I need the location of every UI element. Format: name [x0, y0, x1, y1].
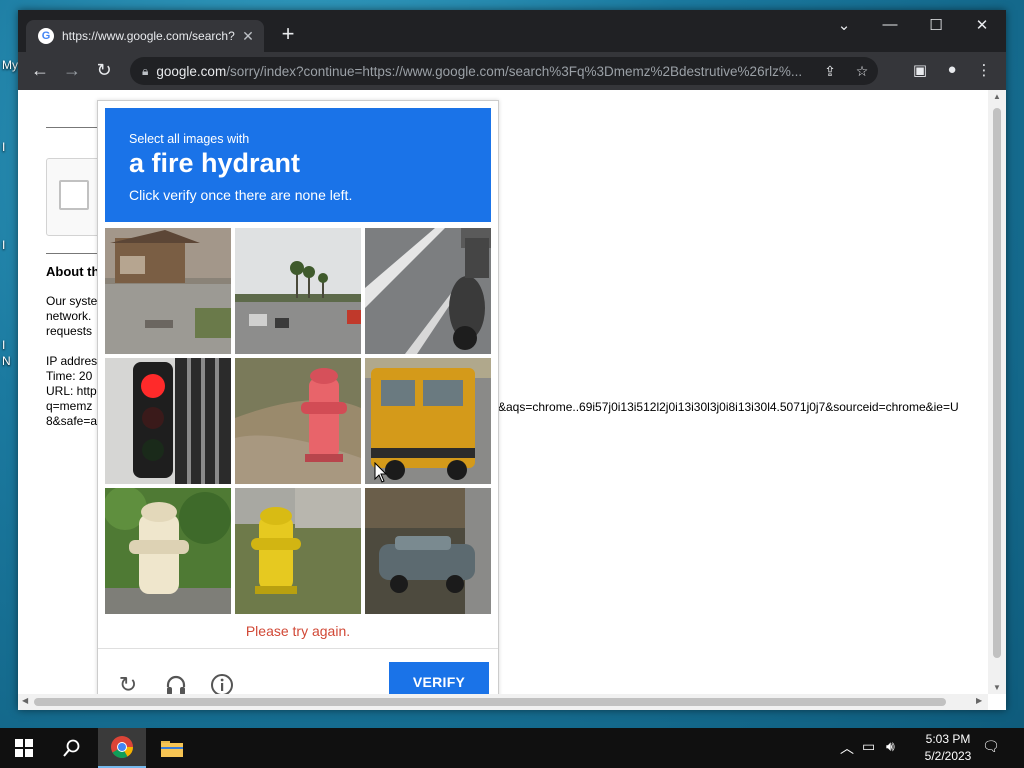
folder-icon: [161, 741, 183, 757]
start-button[interactable]: [0, 728, 48, 768]
clock-time: 5:03 PM: [925, 732, 971, 746]
page-content: About th Our syste network. requests IP ad…: [18, 90, 988, 694]
info-paragraph: Our syste network. requests: [46, 294, 98, 338]
tab-search-icon[interactable]: ⌄: [822, 16, 866, 34]
tile-red-hydrant[interactable]: [235, 358, 361, 484]
close-tab-icon[interactable]: ✕: [238, 28, 258, 45]
url-text-tail: &aqs=chrome..69i57j0i13i512l2j0i13i30l3j…: [498, 400, 959, 414]
details-paragraph: IP addres Time: 20 URL: http q=memz 8&safe=a: [46, 354, 98, 428]
recaptcha-checkbox[interactable]: [59, 180, 89, 210]
notifications-icon[interactable]: 🗨︎: [982, 738, 1000, 755]
about-heading: About th: [46, 264, 100, 279]
horizontal-scrollbar[interactable]: ◀ ▶: [18, 694, 988, 710]
google-favicon-icon: G: [38, 28, 54, 44]
url-path: /sorry/index?continue=https://www.google…: [226, 63, 803, 79]
tile-traffic-light[interactable]: [105, 358, 231, 484]
scroll-thumb[interactable]: [34, 698, 946, 706]
taskbar: ︿ ▭ 🔊︎ 5:03 PM 5/2/2023 🗨︎: [0, 728, 1024, 768]
desktop-icon-label[interactable]: N: [2, 354, 11, 368]
challenge-subtext: Click verify once there are none left.: [129, 187, 353, 203]
browser-toolbar: ← → ↻ 🔒︎ google.com /sorry/index?continu…: [18, 52, 1006, 90]
url-domain: google.com: [156, 63, 227, 79]
system-clock[interactable]: 5:03 PM 5/2/2023: [916, 731, 980, 765]
browser-tab[interactable]: G https://www.google.com/search? ✕: [26, 20, 264, 52]
share-icon[interactable]: ⇪: [814, 63, 846, 80]
search-button[interactable]: [48, 728, 96, 768]
scroll-down-icon[interactable]: ▼: [988, 683, 1006, 692]
scroll-thumb[interactable]: [993, 108, 1001, 658]
scroll-up-icon[interactable]: ▲: [988, 92, 1006, 101]
forward-button[interactable]: →: [60, 60, 84, 81]
desktop-icon-label[interactable]: My: [2, 58, 18, 72]
scroll-right-icon[interactable]: ▶: [976, 696, 982, 705]
tile-white-hydrant[interactable]: [105, 488, 231, 614]
maximize-button[interactable]: ☐: [914, 16, 958, 34]
footer-divider: [98, 648, 498, 649]
volume-icon[interactable]: 🔊︎: [886, 738, 895, 755]
browser-window: G https://www.google.com/search? ✕ + ⌄ —…: [18, 10, 1006, 710]
tile-motorcycle[interactable]: [365, 228, 491, 354]
tile-yellow-hydrant[interactable]: [235, 488, 361, 614]
error-message: Please try again.: [245, 623, 351, 639]
search-icon: [63, 739, 80, 757]
show-hidden-icons-icon[interactable]: ︿: [840, 738, 854, 758]
profile-icon[interactable]: ●: [940, 61, 964, 78]
taskbar-chrome[interactable]: [98, 728, 146, 768]
audio-challenge-icon[interactable]: [164, 673, 188, 694]
clock-date: 5/2/2023: [924, 749, 972, 763]
tile-parked-car[interactable]: [365, 488, 491, 614]
close-window-button[interactable]: ✕: [960, 16, 1004, 34]
menu-kebab-icon[interactable]: ⋮: [972, 61, 996, 79]
side-panel-icon[interactable]: ▣: [908, 61, 932, 79]
divider: [46, 127, 98, 128]
lock-icon[interactable]: 🔒︎: [142, 64, 148, 79]
challenge-header: Select all images with a fire hydrant Cl…: [105, 108, 491, 222]
tile-house-street[interactable]: [105, 228, 231, 354]
challenge-target: a fire hydrant: [129, 148, 301, 178]
address-bar[interactable]: 🔒︎ google.com /sorry/index?continue=http…: [130, 57, 878, 85]
divider: [46, 253, 98, 254]
mouse-cursor-icon: [374, 462, 388, 483]
reload-button[interactable]: ↻: [92, 60, 116, 81]
back-button[interactable]: ←: [28, 60, 52, 81]
info-icon[interactable]: [210, 673, 234, 694]
desktop-icon-label[interactable]: I: [2, 238, 5, 252]
bookmark-star-icon[interactable]: ☆: [846, 63, 878, 80]
windows-icon: [15, 739, 33, 757]
tab-strip: G https://www.google.com/search? ✕ + ⌄ —…: [18, 10, 1006, 52]
scroll-left-icon[interactable]: ◀: [22, 696, 28, 705]
vertical-scrollbar[interactable]: ▲ ▼: [988, 90, 1006, 694]
minimize-button[interactable]: —: [868, 16, 912, 33]
chrome-icon: [111, 736, 133, 758]
tile-road-palms[interactable]: [235, 228, 361, 354]
tab-title: https://www.google.com/search?: [62, 29, 235, 43]
desktop-icon-label[interactable]: I: [2, 338, 5, 352]
new-tab-button[interactable]: +: [276, 23, 300, 45]
taskbar-file-explorer[interactable]: [148, 728, 196, 768]
verify-button[interactable]: VERIFY: [389, 662, 489, 694]
desktop-icon-label[interactable]: I: [2, 140, 5, 154]
challenge-instruction: Select all images with: [129, 132, 250, 146]
reload-challenge-icon[interactable]: ↻: [116, 673, 140, 695]
recaptcha-challenge: Select all images with a fire hydrant Cl…: [97, 100, 499, 694]
network-icon[interactable]: ▭: [862, 738, 875, 755]
